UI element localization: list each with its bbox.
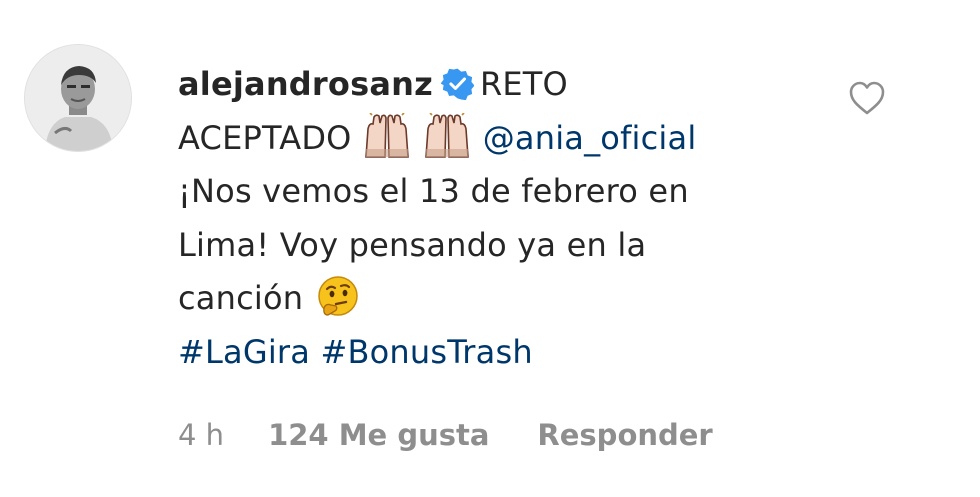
comment-line-2: ACEPTADO @ania_oficial <box>178 112 778 166</box>
comment-line-5: canción <box>178 272 778 326</box>
raising-hands-emoji-icon <box>425 112 470 158</box>
likes-count-button[interactable]: 124 Me gusta <box>268 418 489 452</box>
raising-hands-emoji-icon <box>365 112 409 158</box>
hashtag-link[interactable]: #LaGira <box>178 333 310 371</box>
thinking-face-emoji-icon <box>317 276 358 316</box>
like-heart-icon[interactable] <box>848 80 886 116</box>
comment-text-part2: ACEPTADO <box>178 118 352 157</box>
comment-line-6: #LaGira #BonusTrash <box>178 326 778 380</box>
hashtag-link[interactable]: #BonusTrash <box>320 333 532 371</box>
comment-line-4: Lima! Voy pensando ya en la <box>178 225 647 264</box>
comment-line-1: alejandrosanz RETO <box>178 58 778 112</box>
verified-badge-icon <box>440 68 474 100</box>
comment-timestamp[interactable]: 4 h <box>178 418 224 452</box>
comment-body: alejandrosanz RETO ACEPTADO @ania_oficia… <box>178 58 778 379</box>
comment-meta: 4 h 124 Me gusta Responder <box>178 418 713 452</box>
avatar[interactable] <box>24 44 132 152</box>
reply-button[interactable]: Responder <box>537 418 712 452</box>
comment-line-3: ¡Nos vemos el 13 de febrero en <box>178 172 689 210</box>
comment-text-part1: RETO <box>479 65 568 103</box>
username-link[interactable]: alejandrosanz <box>178 65 433 103</box>
comment-text-line5: canción <box>178 279 304 317</box>
comment: alejandrosanz RETO ACEPTADO @ania_oficia… <box>0 0 980 497</box>
mention-link[interactable]: @ania_oficial <box>483 119 697 157</box>
